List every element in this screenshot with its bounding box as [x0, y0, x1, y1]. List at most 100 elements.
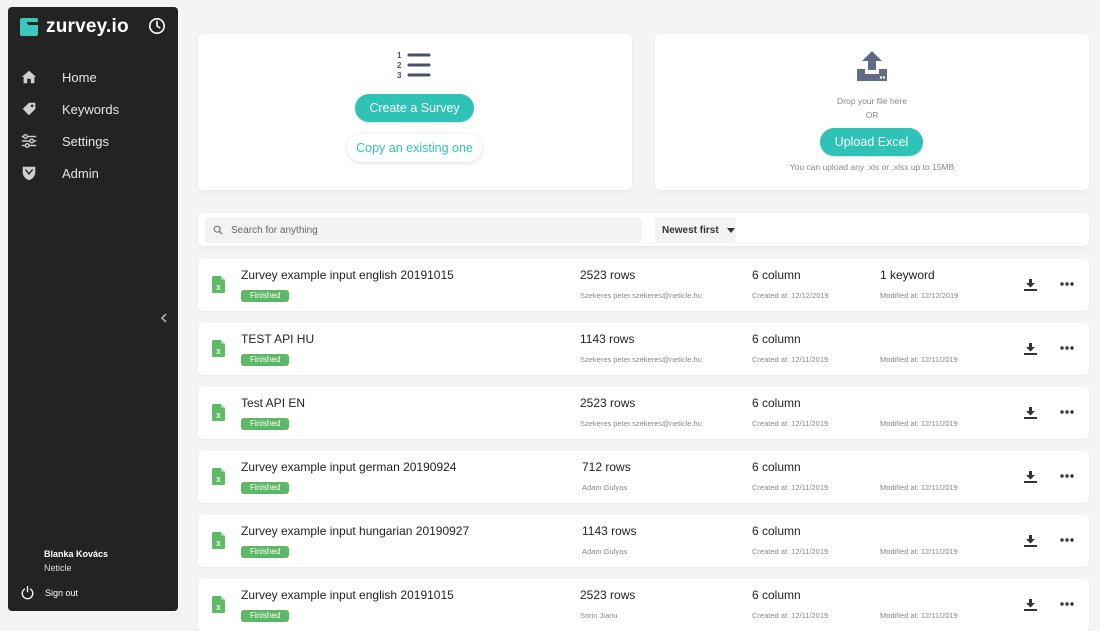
column-count: 6 column: [752, 460, 801, 474]
survey-title[interactable]: Zurvey example input english 20191015: [241, 588, 454, 602]
row-count: 1143 rows: [580, 332, 635, 346]
user-info: Blanka Kovács Neticle: [44, 549, 108, 573]
survey-row[interactable]: X Zurvey example input hungarian 2019092…: [198, 515, 1089, 567]
drop-file-text: Drop your file here: [837, 96, 907, 106]
upload-hint: You can upload any .xls or .xlsx up to 1…: [789, 162, 955, 172]
download-icon[interactable]: [1024, 535, 1037, 547]
sign-out-button[interactable]: Sign out: [20, 585, 78, 600]
survey-row[interactable]: X Test API EN Finished 2523 rows Szekere…: [198, 387, 1089, 439]
history-icon[interactable]: [148, 17, 166, 35]
sidebar-item-settings[interactable]: Settings: [8, 125, 178, 157]
created-date: Created at: 12/12/2019: [752, 291, 829, 300]
survey-title[interactable]: Zurvey example input german 20190924: [241, 460, 456, 474]
row-count: 2523 rows: [580, 268, 636, 282]
app-name: zurvey.io: [46, 16, 129, 37]
row-count: 2523 rows: [580, 588, 636, 602]
sidebar-item-admin[interactable]: Admin: [8, 157, 178, 189]
sort-label: Newest first: [662, 224, 719, 236]
search-input[interactable]: [229, 223, 633, 237]
sign-out-label: Sign out: [45, 587, 79, 598]
modified-date: Modified at: 12/11/2019: [880, 419, 958, 428]
survey-owner: Szekeres peter.szekeres@neticle.hu: [580, 355, 702, 364]
app-logo[interactable]: zurvey.io: [20, 16, 129, 38]
copy-existing-button[interactable]: Copy an existing one: [347, 134, 482, 162]
more-options-icon[interactable]: [1060, 410, 1074, 414]
svg-text:2: 2: [397, 61, 402, 70]
survey-title[interactable]: Zurvey example input english 20191015: [241, 268, 454, 282]
filter-bar: Newest first: [198, 213, 1089, 246]
column-count: 6 column: [752, 268, 801, 282]
shield-icon: [22, 166, 36, 181]
survey-title[interactable]: TEST API HU: [241, 332, 314, 346]
survey-title[interactable]: Test API EN: [241, 396, 305, 410]
status-badge: Finished: [241, 290, 290, 302]
sidebar-item-label: Home: [62, 69, 97, 85]
more-options-icon[interactable]: [1060, 538, 1074, 542]
search-box[interactable]: [205, 217, 642, 243]
download-icon[interactable]: [1024, 407, 1037, 419]
download-icon[interactable]: [1024, 599, 1037, 611]
survey-owner: Szekeres peter.szekeres@neticle.hu: [580, 419, 702, 428]
sidebar: zurvey.io Home Keywords Settings Admin B…: [8, 7, 178, 611]
home-icon: [21, 70, 37, 84]
row-count: 2523 rows: [580, 396, 636, 410]
upload-excel-card[interactable]: Drop your file here OR Upload Excel You …: [655, 34, 1089, 190]
svg-text:X: X: [216, 541, 221, 548]
collapse-sidebar-icon[interactable]: [158, 311, 170, 325]
keyword-count: 1 keyword: [880, 268, 935, 282]
column-count: 6 column: [752, 396, 801, 410]
svg-text:X: X: [216, 413, 221, 420]
tag-icon: [22, 102, 36, 116]
sidebar-nav: Home Keywords Settings Admin: [8, 61, 178, 189]
survey-row[interactable]: X TEST API HU Finished 1143 rows Szekere…: [198, 323, 1089, 375]
svg-text:X: X: [216, 285, 221, 292]
survey-title[interactable]: Zurvey example input hungarian 20190927: [241, 524, 469, 538]
upload-excel-button[interactable]: Upload Excel: [820, 128, 923, 156]
excel-file-icon: X: [212, 596, 225, 613]
svg-text:3: 3: [397, 71, 402, 80]
create-survey-card: 123 Create a Survey Copy an existing one: [198, 34, 632, 190]
search-icon: [213, 225, 223, 235]
row-count: 1143 rows: [582, 524, 637, 538]
created-date: Created at: 12/11/2019: [752, 419, 829, 428]
created-date: Created at: 12/11/2019: [752, 355, 829, 364]
modified-date: Modified at: 12/12/2019: [880, 291, 959, 300]
sort-dropdown[interactable]: Newest first: [655, 217, 736, 243]
svg-text:1: 1: [397, 51, 402, 60]
logo-mark-icon: [20, 18, 38, 36]
svg-text:X: X: [216, 605, 221, 612]
download-icon[interactable]: [1024, 471, 1037, 483]
survey-owner: Adam Gulyas: [582, 483, 628, 492]
sidebar-item-home[interactable]: Home: [8, 61, 178, 93]
sidebar-item-label: Keywords: [62, 101, 120, 117]
more-options-icon[interactable]: [1060, 602, 1074, 606]
excel-file-icon: X: [212, 340, 225, 357]
survey-owner: Szekeres peter.szekeres@neticle.hu: [580, 291, 702, 300]
status-badge: Finished: [241, 418, 290, 430]
excel-file-icon: X: [212, 532, 225, 549]
survey-owner: Adam Gulyas: [582, 547, 628, 556]
more-options-icon[interactable]: [1060, 474, 1074, 478]
survey-row[interactable]: X Zurvey example input german 20190924 F…: [198, 451, 1089, 503]
more-options-icon[interactable]: [1060, 282, 1074, 286]
more-options-icon[interactable]: [1060, 346, 1074, 350]
user-name: Blanka Kovács: [44, 549, 109, 559]
download-icon[interactable]: [1024, 343, 1037, 355]
survey-row[interactable]: X Zurvey example input english 20191015 …: [198, 259, 1089, 311]
status-badge: Finished: [241, 354, 290, 366]
created-date: Created at: 12/11/2019: [752, 483, 829, 492]
survey-row[interactable]: X Zurvey example input english 20191015 …: [198, 579, 1089, 631]
column-count: 6 column: [752, 524, 801, 538]
sidebar-item-keywords[interactable]: Keywords: [8, 93, 178, 125]
sliders-icon: [21, 134, 37, 148]
create-survey-button[interactable]: Create a Survey: [355, 94, 474, 122]
sidebar-item-label: Admin: [62, 165, 99, 181]
or-text: OR: [865, 110, 879, 120]
status-badge: Finished: [241, 610, 290, 622]
status-badge: Finished: [241, 482, 290, 494]
excel-file-icon: X: [212, 404, 225, 421]
download-icon[interactable]: [1024, 279, 1037, 291]
power-icon: [21, 585, 34, 600]
status-badge: Finished: [241, 546, 290, 558]
excel-file-icon: X: [212, 276, 225, 293]
